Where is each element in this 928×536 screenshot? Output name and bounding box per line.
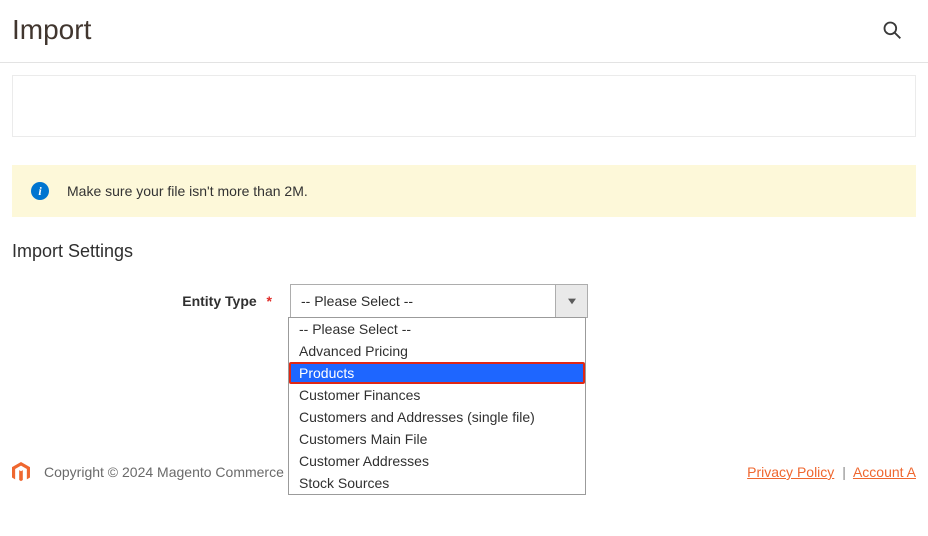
dropdown-option-stock-sources[interactable]: Stock Sources bbox=[289, 472, 585, 494]
file-size-warning: i Make sure your file isn't more than 2M… bbox=[12, 165, 916, 217]
entity-type-select[interactable]: -- Please Select -- -- Please Select -- … bbox=[290, 284, 588, 318]
privacy-policy-link[interactable]: Privacy Policy bbox=[747, 464, 834, 480]
entity-type-dropdown[interactable]: -- Please Select -- Advanced Pricing Pro… bbox=[288, 317, 586, 495]
dropdown-option-advanced-pricing[interactable]: Advanced Pricing bbox=[289, 340, 585, 362]
page-title: Import bbox=[12, 14, 91, 46]
dropdown-option-please-select[interactable]: -- Please Select -- bbox=[289, 318, 585, 340]
dropdown-option-customer-addresses[interactable]: Customer Addresses bbox=[289, 450, 585, 472]
notice-text: Make sure your file isn't more than 2M. bbox=[67, 183, 308, 199]
magento-logo-icon bbox=[12, 462, 30, 482]
search-icon[interactable] bbox=[882, 20, 902, 40]
select-value: -- Please Select -- bbox=[291, 285, 555, 317]
dropdown-option-customers-main[interactable]: Customers Main File bbox=[289, 428, 585, 450]
toolbar-panel bbox=[12, 75, 916, 137]
footer-separator: | bbox=[842, 464, 846, 480]
required-indicator: * bbox=[267, 293, 272, 309]
entity-type-label-text: Entity Type bbox=[182, 293, 256, 309]
info-icon: i bbox=[31, 182, 49, 200]
footer-left: Copyright © 2024 Magento Commerce bbox=[12, 462, 284, 482]
copyright-text: Copyright © 2024 Magento Commerce bbox=[44, 464, 284, 480]
import-settings-title: Import Settings bbox=[12, 241, 928, 262]
entity-type-label: Entity Type * bbox=[0, 293, 290, 309]
chevron-down-icon[interactable] bbox=[555, 285, 587, 317]
entity-type-row: Entity Type * -- Please Select -- -- Ple… bbox=[0, 284, 928, 318]
account-link[interactable]: Account A bbox=[853, 464, 916, 480]
dropdown-option-customer-finances[interactable]: Customer Finances bbox=[289, 384, 585, 406]
page-header: Import bbox=[0, 0, 928, 63]
dropdown-option-products[interactable]: Products bbox=[289, 362, 585, 384]
select-display[interactable]: -- Please Select -- bbox=[290, 284, 588, 318]
footer-right: Privacy Policy | Account A bbox=[747, 464, 916, 480]
dropdown-option-customers-addresses[interactable]: Customers and Addresses (single file) bbox=[289, 406, 585, 428]
